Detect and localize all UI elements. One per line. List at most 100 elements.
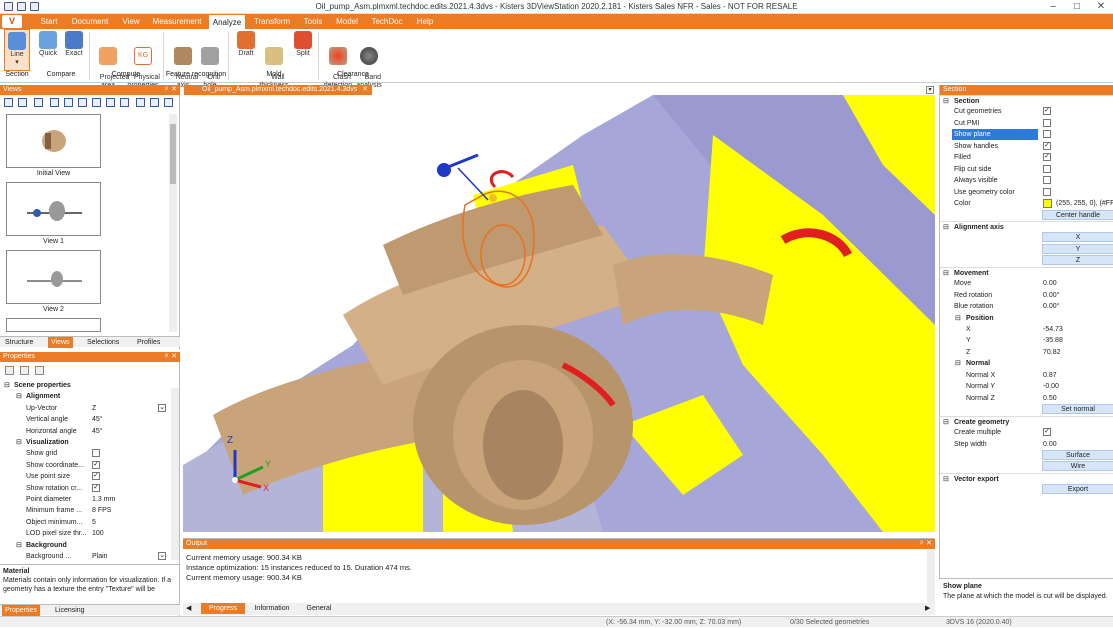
section-value[interactable]: 0.00°	[1043, 290, 1059, 301]
section-row[interactable]: X -54.73	[940, 324, 1113, 335]
section-row[interactable]: ⊟ Normal	[940, 358, 1113, 369]
section-checkbox[interactable]	[1043, 118, 1051, 127]
section-row[interactable]: Show plane	[940, 129, 1113, 141]
tab-profiles[interactable]: Profiles	[134, 337, 163, 348]
property-pages-icon[interactable]	[35, 366, 44, 375]
section-checkbox[interactable]: ✓	[1043, 141, 1051, 150]
compare-exact-button[interactable]: Exact	[62, 29, 86, 71]
section-row[interactable]: Step width 0.00	[940, 439, 1113, 450]
property-value[interactable]: 100	[92, 528, 104, 539]
menu-measurement[interactable]: Measurement	[150, 14, 204, 29]
property-row[interactable]: Alignment ⊟	[0, 391, 172, 402]
tab-information[interactable]: Information	[249, 603, 295, 614]
section-checkbox[interactable]	[1043, 130, 1051, 139]
close-button[interactable]: ✕	[1089, 0, 1113, 14]
section-row[interactable]: ⊟ Create geometry	[940, 415, 1113, 427]
tab-views[interactable]: Views	[48, 337, 73, 348]
view-toolbar-icon[interactable]	[150, 98, 159, 107]
menu-document[interactable]: Document	[68, 14, 112, 29]
section-checkbox[interactable]	[1043, 187, 1051, 196]
view-toolbar-icon[interactable]	[164, 98, 173, 107]
view-thumbnail-partial[interactable]	[6, 318, 101, 332]
collapse-icon[interactable]: ⊟	[4, 380, 10, 391]
view-toolbar-icon[interactable]	[4, 98, 13, 107]
property-row[interactable]: Scene properties ⊟	[0, 380, 172, 391]
pin-icon[interactable]: ᵖ	[165, 352, 168, 362]
section-action-button[interactable]: Y	[1042, 243, 1113, 254]
collapse-icon[interactable]: ⊟	[955, 313, 961, 324]
section-checkbox[interactable]: ✓	[1043, 107, 1051, 116]
section-value[interactable]: -0.00	[1043, 381, 1059, 392]
collapse-icon[interactable]: ⊟	[943, 222, 949, 233]
pin-icon[interactable]: ᵖ	[165, 85, 168, 95]
collapse-icon[interactable]: ⊟	[943, 474, 949, 485]
property-checkbox[interactable]: ✓	[92, 460, 100, 469]
section-action-button[interactable]: Export	[1042, 484, 1113, 495]
view-thumbnail-view2[interactable]	[6, 250, 101, 304]
projected-area-button[interactable]: Projected area	[92, 29, 129, 89]
3d-viewport[interactable]: Z Y X	[183, 95, 935, 532]
collapse-icon[interactable]: ⊟	[955, 358, 961, 369]
neutral-axis-button[interactable]: Neutral axis	[168, 29, 198, 89]
view-toolbar-icon[interactable]	[136, 98, 145, 107]
close-icon[interactable]: ✕	[171, 85, 177, 95]
section-row[interactable]: Red rotation 0.00°	[940, 290, 1113, 301]
chevron-down-icon[interactable]: ⌄	[158, 403, 166, 412]
categorized-icon[interactable]	[5, 366, 14, 375]
draft-button[interactable]: Draft	[234, 29, 258, 71]
section-row[interactable]: Use geometry color	[940, 187, 1113, 198]
tab-licensing[interactable]: Licensing	[52, 605, 88, 616]
views-scrollbar[interactable]	[169, 114, 177, 332]
section-row[interactable]: Normal Z 0.50	[940, 393, 1113, 404]
menu-tools[interactable]: Tools	[298, 14, 328, 29]
tab-properties[interactable]: Properties	[2, 605, 40, 616]
split-button[interactable]: Split	[292, 29, 314, 71]
tab-general[interactable]: General	[301, 603, 337, 614]
section-action-button[interactable]: Set normal	[1042, 404, 1113, 415]
collapse-icon[interactable]: ⊟	[943, 268, 949, 279]
property-checkbox[interactable]: ✓	[92, 483, 100, 492]
drill-hole-button[interactable]: Drill hole	[198, 29, 222, 89]
collapse-icon[interactable]: ⊟	[16, 540, 22, 551]
property-checkbox[interactable]	[92, 449, 100, 458]
section-row[interactable]: Show handles ✓	[940, 141, 1113, 152]
section-value[interactable]: 0.00	[1043, 439, 1057, 450]
output-scrollbar[interactable]	[927, 550, 935, 603]
minimize-button[interactable]: –	[1041, 0, 1065, 14]
collapse-icon[interactable]: ⊟	[16, 437, 22, 448]
menu-model[interactable]: Model	[332, 14, 362, 29]
section-row[interactable]: Y -35.88	[940, 335, 1113, 346]
section-row[interactable]: Filled ✓	[940, 152, 1113, 163]
section-value[interactable]: 0.87	[1043, 370, 1057, 381]
view-toolbar-icon[interactable]	[64, 98, 73, 107]
view-toolbar-icon[interactable]	[78, 98, 87, 107]
document-tab[interactable]: Oil_pump_Asm.plmxml.techdoc.edits.2021.4…	[184, 85, 372, 95]
menu-analyze[interactable]: Analyze	[208, 14, 246, 29]
section-action-button[interactable]: X	[1042, 232, 1113, 243]
tab-menu-chevron-down-icon[interactable]: ▾	[926, 86, 934, 94]
section-row[interactable]: Color (255, 255, 0), (#FFF	[940, 198, 1113, 209]
color-swatch[interactable]	[1043, 199, 1052, 209]
physical-properties-button[interactable]: KG Physical properties	[126, 29, 160, 89]
section-value[interactable]: (255, 255, 0), (#FFF	[1056, 198, 1113, 209]
section-row[interactable]: Normal Y -0.00	[940, 381, 1113, 392]
section-checkbox[interactable]: ✓	[1043, 153, 1051, 162]
property-row[interactable]: Visualization ⊟	[0, 437, 172, 448]
menu-start[interactable]: Start	[34, 14, 64, 29]
property-value[interactable]: 1.3 mm	[92, 494, 115, 505]
close-icon[interactable]: ✕	[926, 539, 932, 549]
menu-view[interactable]: View	[116, 14, 146, 29]
compare-quick-button[interactable]: Quick	[36, 29, 60, 71]
close-icon[interactable]: ✕	[362, 85, 368, 95]
section-value[interactable]: -35.88	[1043, 335, 1063, 346]
view-toolbar-icon[interactable]	[120, 98, 129, 107]
tab-selections[interactable]: Selections	[84, 337, 122, 348]
clash-detection-button[interactable]: Clash detection	[322, 29, 354, 89]
view-toolbar-icon[interactable]	[50, 98, 59, 107]
section-row[interactable]: ⊟ Movement	[940, 266, 1113, 279]
property-checkbox[interactable]: ✓	[92, 472, 100, 481]
section-row[interactable]: Normal X 0.87	[940, 370, 1113, 381]
tab-scroll-left-icon[interactable]: ◀	[186, 604, 191, 612]
view-toolbar-icon[interactable]	[92, 98, 101, 107]
maximize-button[interactable]: □	[1065, 0, 1089, 14]
